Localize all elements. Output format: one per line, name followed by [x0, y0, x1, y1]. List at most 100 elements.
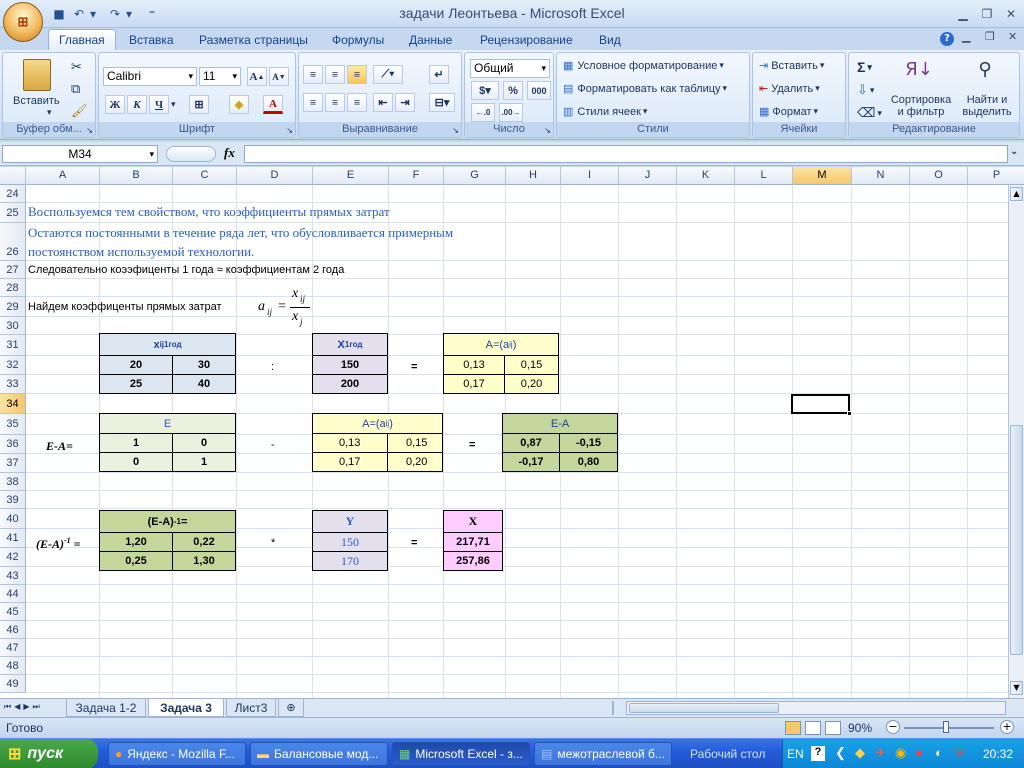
tray-app-icon[interactable]: ◐ [935, 745, 943, 760]
x-ij-header[interactable]: x ij 1год [99, 333, 236, 356]
row-header[interactable]: 26 [0, 223, 26, 261]
name-box[interactable]: M34 ▾ [2, 145, 158, 163]
sort-filter-icon[interactable]: Я↓ [905, 59, 933, 83]
bold-button[interactable]: Ж [105, 95, 125, 114]
select-all-corner[interactable] [0, 167, 26, 185]
fill-color-button[interactable]: ◈ [229, 95, 249, 114]
align-middle-button[interactable]: ≡ [325, 65, 345, 84]
E-header[interactable]: E [99, 413, 236, 434]
percent-button[interactable]: % [503, 81, 523, 100]
italic-button[interactable]: К [127, 95, 147, 114]
E-cell[interactable]: 1 [172, 452, 236, 472]
expand-formula-bar-icon[interactable]: ⌄ [1010, 146, 1018, 157]
column-header[interactable]: J [619, 167, 677, 185]
Y-header[interactable]: Y [312, 510, 388, 533]
A-cell[interactable]: 0,13 [312, 433, 388, 453]
normal-view-icon[interactable] [785, 721, 801, 735]
row-header[interactable]: 32 [0, 356, 26, 375]
fill-handle[interactable] [847, 411, 852, 416]
E-cell[interactable]: 0 [172, 433, 236, 453]
row-header[interactable]: 24 [0, 185, 26, 203]
row-header[interactable]: 37 [0, 454, 26, 473]
row-header[interactable]: 35 [0, 414, 26, 435]
row-header[interactable]: 34 [0, 394, 26, 414]
X-result-cell[interactable]: 257,86 [443, 551, 503, 571]
number-format-combo[interactable]: Общий ▾ [470, 59, 550, 78]
A-cell[interactable]: 0,20 [387, 452, 443, 472]
shrink-font-button[interactable]: A ▼ [269, 67, 289, 86]
help-icon[interactable]: ? [940, 32, 954, 46]
clear-icon[interactable]: ⌫ ▾ [857, 105, 882, 121]
row-header[interactable]: 40 [0, 509, 26, 529]
font-name-combo[interactable]: Calibri ▾ [103, 67, 197, 86]
cell-styles-button[interactable]: ▥ Стили ячеек ▾ [563, 105, 647, 119]
column-header[interactable]: K [677, 167, 735, 185]
E-A-header[interactable]: E-A [502, 413, 618, 434]
tab-review[interactable]: Рецензирование [470, 29, 583, 50]
formula-input[interactable] [244, 145, 1008, 163]
insert-sheet-icon[interactable]: ⊕ [278, 699, 304, 717]
wrap-text-button[interactable]: ↵ [429, 65, 449, 84]
increase-indent-button[interactable]: ⇥ [395, 93, 415, 112]
X-result-header[interactable]: X [443, 510, 503, 533]
column-header[interactable]: A [26, 167, 100, 185]
font-size-combo[interactable]: 11 ▾ [199, 67, 241, 86]
column-header[interactable]: H [506, 167, 561, 185]
insert-cells-button[interactable]: ⇥ Вставить ▾ [759, 59, 824, 73]
thousands-button[interactable]: 000 [527, 81, 551, 100]
A-header-2[interactable]: A=(a ij) [312, 413, 443, 434]
align-center-button[interactable]: ≡ [325, 93, 345, 112]
A-cell[interactable]: 0,17 [443, 374, 505, 394]
row-header[interactable]: 43 [0, 567, 26, 585]
zoom-slider-thumb[interactable] [943, 721, 949, 733]
align-top-button[interactable]: ≡ [303, 65, 323, 84]
minimize-icon[interactable]: ▁ [951, 6, 975, 22]
X-header[interactable]: X 1год [312, 333, 388, 356]
tab-view[interactable]: Вид [589, 29, 631, 50]
column-header[interactable]: G [444, 167, 506, 185]
align-bottom-button[interactable]: ≡ [347, 65, 367, 84]
row-header[interactable]: 28 [0, 279, 26, 297]
language-indicator[interactable]: EN [787, 747, 804, 761]
currency-button[interactable]: $▾ [471, 81, 499, 100]
autosum-button[interactable]: Σ ▾ [857, 59, 872, 75]
underline-dropdown-icon[interactable]: ▾ [171, 99, 176, 110]
column-header[interactable]: F [389, 167, 444, 185]
align-right-button[interactable]: ≡ [347, 93, 367, 112]
row-header[interactable]: 48 [0, 657, 26, 675]
merge-center-button[interactable]: ⊟▾ [429, 93, 455, 112]
desktop-toolbar[interactable]: Рабочий стол [690, 747, 765, 761]
sheet-nav-icons[interactable]: ⏮◀▶⏭ [4, 702, 43, 712]
tray-app-icon[interactable]: ◆ [855, 745, 865, 761]
decrease-indent-button[interactable]: ⇤ [373, 93, 393, 112]
office-button[interactable]: ⊞ [3, 2, 43, 42]
decrease-decimal-button[interactable]: .00→ [499, 103, 523, 122]
orientation-button[interactable]: ⟋▾ [373, 65, 403, 84]
find-select-button[interactable]: Найти и выделить [957, 94, 1017, 118]
zoom-slider[interactable] [904, 727, 994, 729]
ribbon-restore-icon[interactable]: ❐ [985, 30, 995, 43]
format-painter-icon[interactable]: 🖌 [71, 103, 88, 119]
x-ij-cell[interactable]: 30 [172, 355, 236, 375]
number-launcher-icon[interactable]: ↘ [544, 126, 551, 135]
column-header[interactable]: M [793, 167, 852, 185]
format-as-table-button[interactable]: ▤ Форматировать как таблицу ▾ [563, 82, 727, 96]
zoom-out-icon[interactable]: − [886, 720, 900, 734]
row-header[interactable]: 42 [0, 548, 26, 567]
column-header[interactable]: C [173, 167, 237, 185]
A-cell[interactable]: 0,15 [504, 355, 559, 375]
Y-cell[interactable]: 170 [312, 551, 388, 571]
column-header[interactable]: N [852, 167, 910, 185]
E-A-cell[interactable]: -0,15 [559, 433, 618, 453]
tab-data[interactable]: Данные [399, 29, 462, 50]
restore-icon[interactable]: ❐ [975, 6, 999, 22]
tab-home[interactable]: Главная [48, 29, 116, 50]
zoom-in-icon[interactable]: + [1000, 720, 1014, 734]
sheet-tab-active[interactable]: Задача 3 [148, 699, 224, 717]
format-cells-button[interactable]: ▦ Формат ▾ [759, 105, 818, 119]
grow-font-button[interactable]: A ▲ [247, 67, 267, 86]
zoom-level[interactable]: 90% [848, 721, 872, 735]
task-firefox[interactable]: ● Яндекс - Mozilla F... [108, 742, 246, 766]
horizontal-scrollbar[interactable] [626, 701, 1006, 715]
tray-app-icon[interactable]: ◉ [895, 745, 906, 761]
